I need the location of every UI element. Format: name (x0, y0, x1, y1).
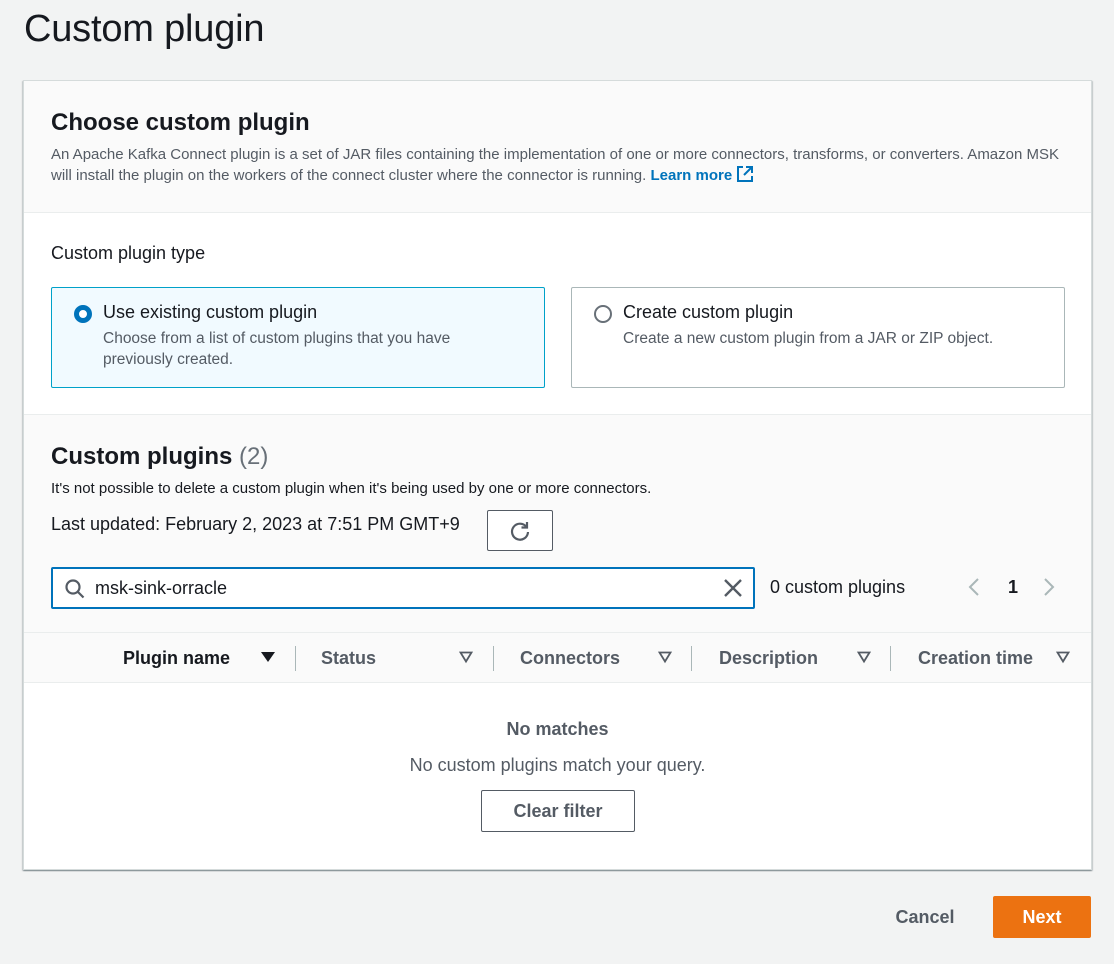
column-divider (890, 646, 891, 671)
next-button[interactable]: Next (993, 896, 1091, 938)
radio-unchecked-icon[interactable] (594, 305, 612, 323)
sort-icon (1056, 651, 1070, 664)
empty-state-description: No custom plugins match your query. (409, 755, 706, 775)
sort-descending-icon (261, 652, 275, 662)
cancel-button[interactable]: Cancel (877, 896, 973, 938)
previous-page-icon[interactable] (967, 577, 981, 597)
match-count: 0 custom plugins (770, 577, 906, 597)
custom-plugins-description: It's not possible to delete a custom plu… (51, 480, 652, 497)
custom-plugins-title-text: Custom plugins (51, 443, 233, 470)
column-creation-time[interactable]: Creation time (918, 633, 1078, 683)
option-description: Create a new custom plugin from a JAR or… (623, 330, 994, 347)
search-icon (65, 579, 85, 599)
column-label: Connectors (520, 647, 621, 668)
clear-filter-button[interactable]: Clear filter (481, 790, 635, 832)
choose-plugin-description-text: An Apache Kafka Connect plugin is a set … (51, 146, 1060, 184)
create-plugin-option[interactable]: Create custom plugin Create a new custom… (571, 287, 1065, 388)
refresh-icon (510, 521, 530, 541)
column-label: Plugin name (123, 647, 231, 668)
column-plugin-name[interactable]: Plugin name (123, 633, 283, 683)
column-status[interactable]: Status (321, 633, 481, 683)
external-link-icon (737, 166, 754, 182)
page-number[interactable]: 1 (1008, 577, 1018, 598)
choose-plugin-header: Choose custom plugin An Apache Kafka Con… (24, 81, 1091, 213)
table-header: Plugin name Status Connectors Descriptio… (24, 632, 1091, 683)
use-existing-plugin-option[interactable]: Use existing custom plugin Choose from a… (51, 287, 545, 388)
column-label: Description (719, 647, 819, 668)
column-connectors[interactable]: Connectors (520, 633, 680, 683)
option-description: Choose from a list of custom plugins tha… (103, 330, 451, 368)
custom-plugins-count: (2) (239, 443, 269, 470)
search-input[interactable]: msk-sink-orracle (51, 567, 755, 609)
choose-plugin-title: Choose custom plugin (51, 109, 310, 136)
plugin-panel: Choose custom plugin An Apache Kafka Con… (23, 80, 1092, 870)
learn-more-link[interactable]: Learn more (650, 166, 755, 184)
next-page-icon[interactable] (1042, 577, 1056, 597)
column-label: Creation time (918, 647, 1034, 668)
search-value: msk-sink-orracle (95, 578, 228, 598)
column-divider (691, 646, 692, 671)
custom-plugins-title: Custom plugins (2) (51, 443, 268, 471)
refresh-button[interactable] (487, 510, 553, 551)
column-divider (493, 646, 494, 671)
last-updated-text: Last updated: February 2, 2023 at 7:51 P… (51, 514, 460, 534)
learn-more-label: Learn more (650, 167, 733, 184)
clear-search-icon[interactable] (723, 578, 743, 598)
plugin-type-label: Custom plugin type (51, 243, 206, 263)
sort-icon (658, 651, 672, 664)
page-title: Custom plugin (24, 8, 265, 50)
sort-icon (459, 651, 473, 664)
column-label: Status (321, 647, 377, 668)
column-description[interactable]: Description (719, 633, 879, 683)
sort-icon (857, 651, 871, 664)
choose-plugin-description: An Apache Kafka Connect plugin is a set … (51, 144, 1061, 186)
option-title: Use existing custom plugin (103, 302, 318, 322)
radio-checked-icon[interactable] (74, 305, 92, 323)
empty-state-title: No matches (506, 719, 609, 739)
option-title: Create custom plugin (623, 302, 794, 322)
column-divider (295, 646, 296, 671)
